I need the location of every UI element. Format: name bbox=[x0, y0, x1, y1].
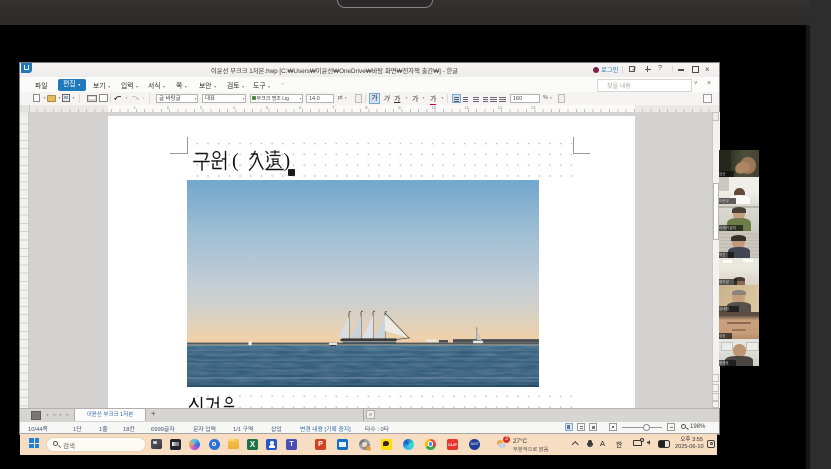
svg-text:(: ( bbox=[232, 150, 239, 172]
